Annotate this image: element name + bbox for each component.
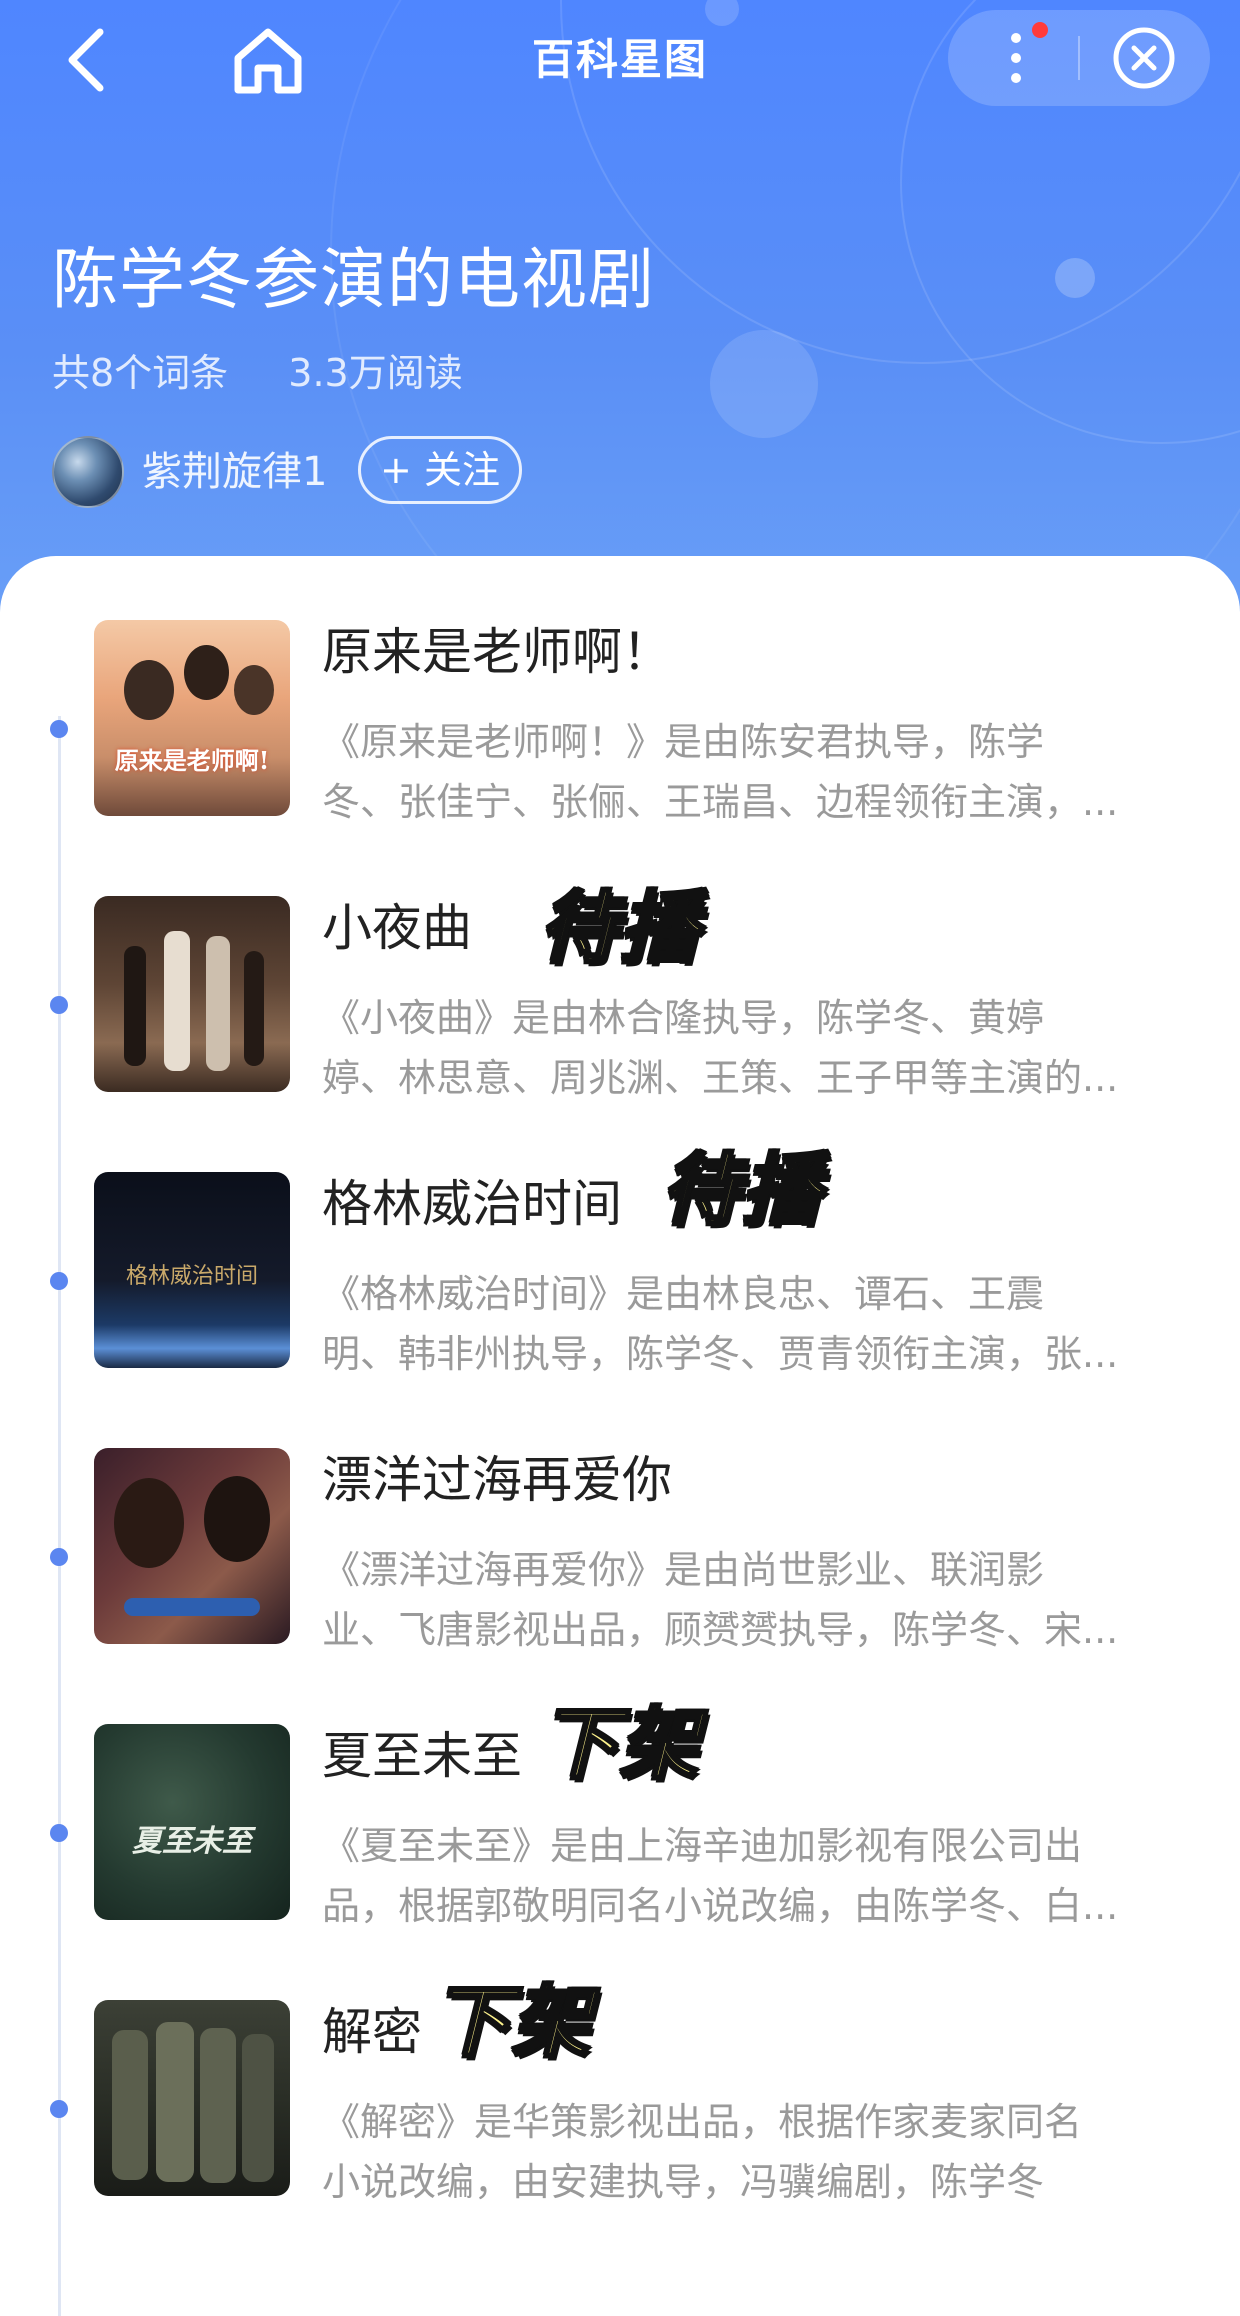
- poster-thumbnail: [94, 1448, 290, 1644]
- list-item[interactable]: 原来是老师啊! 原来是老师啊！ 《原来是老师啊！》是由陈安君执导，陈学 冬、张佳…: [0, 620, 1240, 830]
- list-item[interactable]: 格林威治时间 格林威治时间 待播 《格林威治时间》是由林良忠、谭石、王震 明、韩…: [0, 1145, 1240, 1384]
- item-desc-line: 婷、林思意、周兆渊、王策、王子甲等主演的...: [322, 1056, 1119, 1100]
- poster-thumbnail: 格林威治时间: [94, 1172, 290, 1368]
- notification-dot: [1032, 22, 1048, 38]
- timeline-dot: [50, 720, 68, 738]
- list-item[interactable]: 小夜曲 待播 《小夜曲》是由林合隆执导，陈学冬、黄婷 婷、林思意、周兆渊、王策、…: [0, 883, 1240, 1108]
- stats-row: 共8个词条 3.3万阅读: [52, 348, 511, 398]
- timeline-dot: [50, 996, 68, 1014]
- item-title: 漂洋过海再爱你: [322, 1451, 672, 1509]
- item-desc-line: 《解密》是华策影视出品，根据作家麦家同名: [322, 2100, 1083, 2144]
- timeline-dot: [50, 1548, 68, 1566]
- item-title: 小夜曲: [322, 899, 472, 957]
- nav-title: 百科星图: [531, 35, 708, 84]
- home-icon: [234, 28, 302, 94]
- timeline-dot: [50, 1824, 68, 1842]
- header: 百科星图 陈学冬参演的电视剧 共8个词条 3.3万阅读 紫荆旋律1 + 关注: [0, 0, 1240, 640]
- more-button[interactable]: [948, 10, 1078, 106]
- poster-thumbnail: [94, 2000, 290, 2196]
- status-sticker: 下架: [538, 1699, 701, 1792]
- poster-title-text: 原来是老师啊!: [114, 746, 270, 775]
- list-item[interactable]: 漂洋过海再爱你 《漂洋过海再爱你》是由尚世影业、联润影 业、飞唐影视出品，顾赟赟…: [0, 1448, 1240, 1658]
- chevron-left-icon: [68, 28, 104, 92]
- item-desc-line: 《格林威治时间》是由林良忠、谭石、王震: [322, 1272, 1045, 1316]
- item-description: 《夏至未至》是由上海辛迪加影视有限公司出 品，根据郭敬明同名小说改编，由陈学冬、…: [322, 1816, 1192, 1936]
- close-circle-icon: [1113, 27, 1175, 89]
- item-desc-line: 《小夜曲》是由林合隆执导，陈学冬、黄婷: [322, 996, 1045, 1040]
- item-title: 格林威治时间: [322, 1175, 622, 1233]
- poster-title-text: 夏至未至: [132, 1824, 252, 1859]
- status-sticker: 待播: [538, 883, 701, 976]
- status-sticker: 下架: [430, 1977, 593, 2070]
- item-description: 《格林威治时间》是由林良忠、谭石、王震 明、韩非州执导，陈学冬、贾青领衔主演，张…: [322, 1264, 1192, 1384]
- item-title: 夏至未至: [322, 1727, 522, 1785]
- item-desc-line: 《漂洋过海再爱你》是由尚世影业、联润影: [322, 1548, 1045, 1592]
- decor-bubble: [710, 330, 818, 438]
- list-item[interactable]: 夏至未至 夏至未至 下架 《夏至未至》是由上海辛迪加影视有限公司出 品，根据郭敬…: [0, 1699, 1240, 1936]
- follow-button[interactable]: + 关注: [358, 436, 522, 504]
- author-name[interactable]: 紫荆旋律1: [142, 444, 327, 500]
- mini-program-capsule: [948, 10, 1210, 106]
- home-button[interactable]: [228, 20, 308, 100]
- avatar[interactable]: [52, 436, 124, 508]
- item-description: 《小夜曲》是由林合隆执导，陈学冬、黄婷 婷、林思意、周兆渊、王策、王子甲等主演的…: [322, 988, 1192, 1108]
- close-button[interactable]: [1080, 10, 1210, 106]
- item-desc-line: 明、韩非州执导，陈学冬、贾青领衔主演，张...: [322, 1332, 1119, 1376]
- poster-thumbnail: 原来是老师啊!: [94, 620, 290, 816]
- item-description: 《解密》是华策影视出品，根据作家麦家同名 小说改编，由安建执导，冯骥编剧，陈学冬: [322, 2092, 1192, 2212]
- more-vertical-icon: [1011, 33, 1021, 83]
- status-sticker: 待播: [660, 1145, 823, 1238]
- item-description: 《漂洋过海再爱你》是由尚世影业、联润影 业、飞唐影视出品，顾赟赟执导，陈学冬、宋…: [322, 1540, 1192, 1660]
- item-desc-line: 《夏至未至》是由上海辛迪加影视有限公司出: [322, 1824, 1083, 1868]
- item-desc-line: 冬、张佳宁、张俪、王瑞昌、边程领衔主演，...: [322, 780, 1119, 824]
- item-title: 原来是老师啊！: [322, 623, 672, 681]
- item-desc-line: 业、飞唐影视出品，顾赟赟执导，陈学冬、宋...: [322, 1608, 1119, 1652]
- read-count: 3.3万阅读: [288, 351, 463, 395]
- timeline-dot: [50, 1272, 68, 1290]
- list-item[interactable]: 解密 下架 《解密》是华策影视出品，根据作家麦家同名 小说改编，由安建执导，冯骥…: [0, 1977, 1240, 2212]
- timeline-dot: [50, 2100, 68, 2118]
- poster-thumbnail: 夏至未至: [94, 1724, 290, 1920]
- back-button[interactable]: [50, 20, 130, 100]
- item-description: 《原来是老师啊！》是由陈安君执导，陈学 冬、张佳宁、张俪、王瑞昌、边程领衔主演，…: [322, 712, 1192, 832]
- page-title: 陈学冬参演的电视剧: [52, 241, 655, 318]
- item-desc-line: 品，根据郭敬明同名小说改编，由陈学冬、白...: [322, 1884, 1119, 1928]
- item-desc-line: 小说改编，由安建执导，冯骥编剧，陈学冬: [322, 2160, 1045, 2204]
- entry-list-card: 原来是老师啊! 原来是老师啊！ 《原来是老师啊！》是由陈安君执导，陈学 冬、张佳…: [0, 556, 1240, 2316]
- poster-title-text: 格林威治时间: [125, 1264, 258, 1289]
- item-title: 解密: [322, 2003, 422, 2061]
- entry-count: 共8个词条: [52, 351, 229, 395]
- item-desc-line: 《原来是老师啊！》是由陈安君执导，陈学: [322, 720, 1045, 764]
- poster-thumbnail: [94, 896, 290, 1092]
